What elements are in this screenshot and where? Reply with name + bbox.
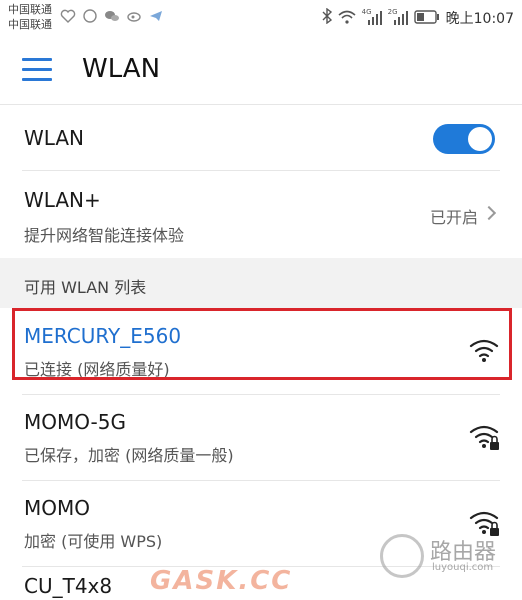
divider <box>22 170 500 171</box>
wlan-plus-label: WLAN+ <box>24 188 101 212</box>
chevron-right-icon <box>481 205 497 221</box>
available-networks-header: 可用 WLAN 列表 <box>0 258 522 308</box>
carrier-label-2: 中国联通 <box>8 18 52 31</box>
network-status: 已保存，加密 (网络质量一般) <box>24 446 234 465</box>
network-item-momo-5g[interactable]: MOMO-5G 已保存，加密 (网络质量一般) <box>0 396 522 480</box>
divider <box>22 480 500 481</box>
weibo-icon <box>126 8 142 24</box>
network-name: MOMO <box>24 496 90 520</box>
watermark-logo-sub: luyouqi.com <box>432 562 494 573</box>
signal-4g-icon: 4G <box>361 8 382 26</box>
page-title: WLAN <box>82 54 161 84</box>
wlan-switch[interactable] <box>433 124 495 154</box>
bluetooth-icon <box>322 7 332 28</box>
wechat-icon <box>104 8 120 24</box>
wifi-status-icon <box>338 9 356 28</box>
battery-icon <box>413 9 440 28</box>
logo-circle-icon <box>380 534 424 578</box>
wifi-locked-icon <box>469 425 499 450</box>
network-label-4g: 4G <box>361 8 372 16</box>
wlan-plus-value: 已开启 <box>429 208 478 227</box>
divider <box>22 394 500 395</box>
highlight-box <box>12 308 512 380</box>
wlan-plus-subtitle: 提升网络智能连接体验 <box>24 226 185 245</box>
wlan-toggle-row[interactable]: WLAN <box>0 106 522 170</box>
menu-icon[interactable] <box>22 58 54 84</box>
notification-icons <box>60 8 164 24</box>
network-name: CU_T4x8 <box>24 574 113 598</box>
chat-bubble-icon <box>82 8 98 24</box>
switch-knob <box>468 127 492 151</box>
watermark-text: GASK.CC <box>150 566 293 596</box>
watermark-logo: 路由器 luyouqi.com <box>380 530 510 584</box>
telegram-icon <box>148 8 164 24</box>
wlan-plus-row[interactable]: WLAN+ 提升网络智能连接体验 已开启 <box>0 172 522 256</box>
section-title: 可用 WLAN 列表 <box>24 278 147 297</box>
wlan-toggle-label: WLAN <box>24 126 85 150</box>
network-status: 加密 (可使用 WPS) <box>24 532 163 551</box>
network-name: MOMO-5G <box>24 410 126 434</box>
carrier-label-1: 中国联通 <box>8 3 52 16</box>
status-bar: 中国联通 中国联通 4G 2G 晚上10:07 <box>0 0 522 36</box>
divider <box>0 104 522 105</box>
heart-rate-icon <box>60 8 76 24</box>
network-label-2g: 2G <box>387 8 398 16</box>
signal-2g-icon: 2G <box>387 8 408 26</box>
status-indicators: 4G 2G 晚上10:07 <box>322 6 514 30</box>
app-bar: WLAN <box>0 36 522 104</box>
clock: 晚上10:07 <box>445 11 514 27</box>
